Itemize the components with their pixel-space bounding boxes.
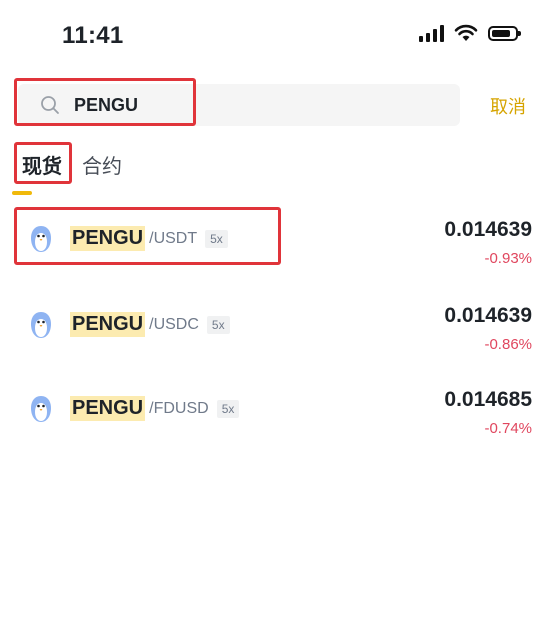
quote-asset: /USDC bbox=[149, 315, 199, 333]
wifi-icon bbox=[454, 24, 478, 41]
list-item[interactable]: PENGU /USDC 5x 0.014639 -0.86% bbox=[0, 296, 554, 356]
active-tab-indicator bbox=[12, 191, 32, 195]
price-change: -0.93% bbox=[484, 250, 532, 267]
search-bar[interactable] bbox=[18, 84, 460, 126]
tab-futures[interactable]: 合约 bbox=[82, 150, 122, 179]
price-change: -0.86% bbox=[484, 336, 532, 353]
last-price: 0.014639 bbox=[444, 304, 532, 327]
quote-asset: /FDUSD bbox=[149, 399, 209, 417]
list-item[interactable]: PENGU /FDUSD 5x 0.014685 -0.74% bbox=[0, 380, 554, 440]
trading-pair: PENGU /FDUSD 5x bbox=[70, 396, 240, 421]
leverage-badge: 5x bbox=[205, 229, 228, 248]
trading-pair: PENGU /USDT 5x bbox=[70, 226, 228, 251]
status-time: 11:41 bbox=[62, 22, 124, 49]
search-icon bbox=[41, 96, 59, 114]
price-change: -0.74% bbox=[484, 420, 532, 437]
list-item[interactable]: PENGU /USDT 5x 0.014639 -0.93% bbox=[0, 210, 554, 270]
battery-icon bbox=[488, 25, 521, 41]
last-price: 0.014639 bbox=[444, 218, 532, 241]
status-bar: 11:41 bbox=[0, 0, 554, 70]
search-input[interactable] bbox=[74, 90, 444, 120]
signal-icon bbox=[419, 24, 444, 42]
quote-asset: /USDT bbox=[149, 229, 198, 247]
tab-spot[interactable]: 现货 bbox=[22, 150, 62, 179]
market-tabs: 现货 合约 bbox=[22, 150, 122, 179]
leverage-badge: 5x bbox=[206, 315, 230, 334]
cancel-button[interactable]: 取消 bbox=[490, 93, 526, 119]
base-asset: PENGU bbox=[70, 312, 146, 337]
base-asset: PENGU bbox=[70, 226, 146, 251]
pengu-logo-icon bbox=[31, 312, 51, 338]
pengu-logo-icon bbox=[31, 396, 51, 422]
leverage-badge: 5x bbox=[216, 399, 240, 418]
base-asset: PENGU bbox=[70, 396, 146, 421]
status-icons bbox=[419, 24, 521, 42]
trading-pair: PENGU /USDC 5x bbox=[70, 312, 230, 337]
last-price: 0.014685 bbox=[444, 388, 532, 411]
pengu-logo-icon bbox=[31, 226, 51, 252]
